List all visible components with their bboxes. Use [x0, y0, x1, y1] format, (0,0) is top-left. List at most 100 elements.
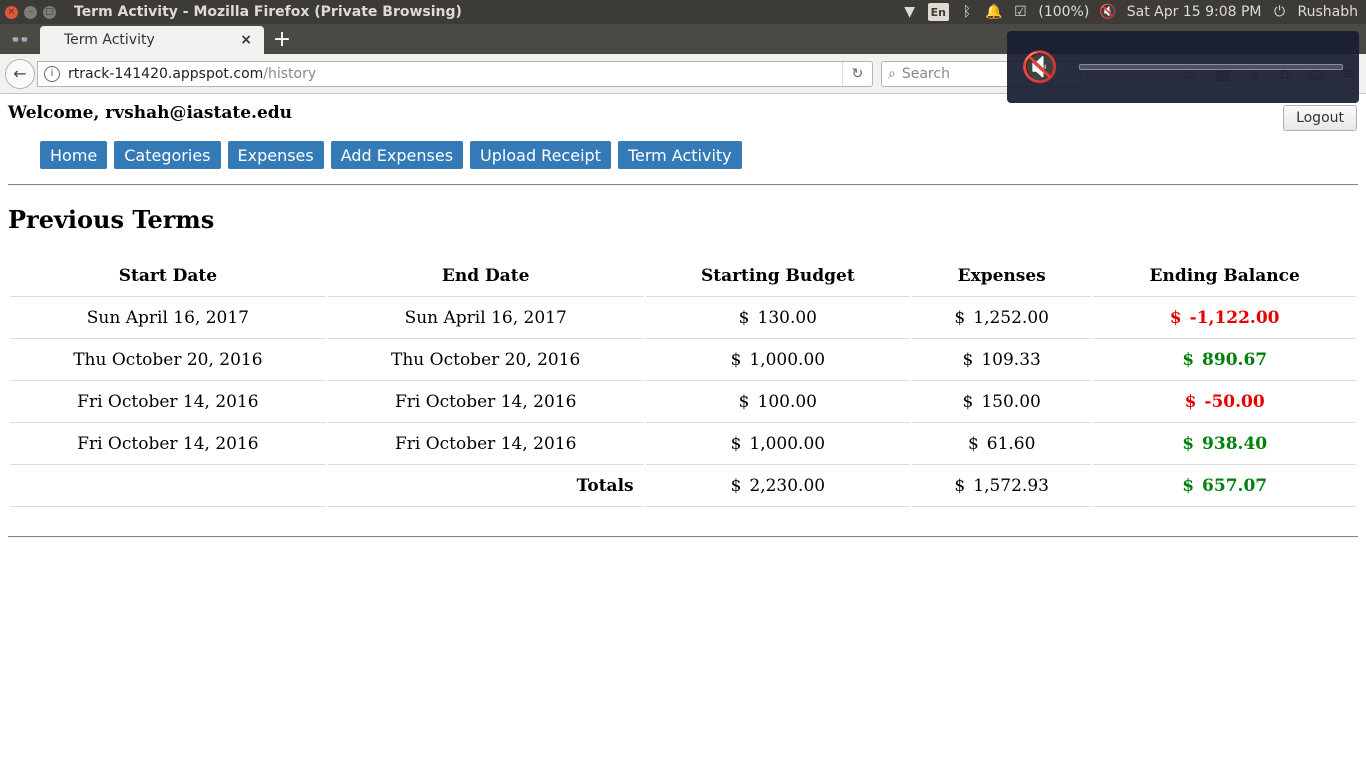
url-path: /history	[263, 65, 317, 82]
expenses-cell: $109.33	[912, 339, 1092, 381]
notification-bell-icon[interactable]: 🔔	[985, 3, 1002, 21]
nav-add-expenses-button[interactable]: Add Expenses	[330, 141, 464, 169]
window-title: Term Activity - Mozilla Firefox (Private…	[74, 4, 462, 20]
budget-cell: $1,000.00	[645, 423, 911, 465]
url-host: rtrack-141420.appspot.com	[68, 65, 264, 82]
end-date-cell: Thu October 20, 2016	[327, 339, 644, 381]
power-icon[interactable]: ⏻	[1272, 3, 1288, 21]
header-end-date: End Date	[327, 255, 644, 297]
volume-muted-icon[interactable]: 🔇	[1099, 3, 1116, 21]
clock[interactable]: Sat Apr 15 9:08 PM	[1127, 4, 1262, 20]
expenses-cell: $61.60	[912, 423, 1092, 465]
currency-symbol: $	[967, 433, 979, 454]
nav-upload-receipt-button[interactable]: Upload Receipt	[470, 141, 611, 169]
table-row: Thu October 20, 2016 Thu October 20, 201…	[10, 339, 1356, 381]
budget-value: 100.00	[757, 391, 817, 412]
balance-cell-positive: $890.67	[1093, 339, 1356, 381]
balance-value: -50.00	[1204, 391, 1265, 412]
currency-symbol: $	[1169, 307, 1182, 328]
nav-expenses-button[interactable]: Expenses	[227, 141, 324, 169]
expenses-value: 61.60	[986, 433, 1036, 454]
battery-indicator[interactable]: (100%)	[1038, 4, 1089, 20]
search-placeholder: Search	[901, 65, 950, 82]
user-menu[interactable]: Rushabh	[1298, 4, 1358, 20]
balance-cell-negative: $ -50.00	[1093, 381, 1356, 423]
budget-value: 130.00	[757, 307, 817, 328]
budget-value: 1,000.00	[749, 433, 826, 454]
end-date-cell: Fri October 14, 2016	[327, 381, 644, 423]
divider	[8, 184, 1358, 186]
currency-symbol: $	[730, 349, 742, 370]
nav-term-activity-button[interactable]: Term Activity	[617, 141, 742, 169]
total-balance-cell: $657.07	[1093, 465, 1356, 507]
page-title: Previous Terms	[8, 205, 215, 234]
currency-symbol: $	[962, 349, 974, 370]
tab-label: Term Activity	[64, 32, 155, 48]
total-balance-value: 657.07	[1202, 475, 1268, 496]
expenses-value: 1,252.00	[973, 307, 1049, 328]
currency-symbol: $	[1182, 433, 1195, 454]
balance-value: 890.67	[1202, 349, 1268, 370]
reload-icon[interactable]: ↻	[842, 61, 872, 86]
volume-level-bar	[1079, 64, 1343, 70]
keyboard-language-indicator[interactable]: En	[927, 3, 949, 21]
site-info-icon[interactable]: i	[44, 65, 60, 82]
budget-cell: $1,000.00	[645, 339, 911, 381]
welcome-message: Welcome, rvshah@iastate.edu	[8, 103, 293, 123]
currency-symbol: $	[730, 433, 742, 454]
bluetooth-icon[interactable]: ᛒ	[959, 3, 975, 21]
expenses-cell: $1,252.00	[912, 297, 1092, 339]
search-icon: ⌕	[888, 65, 896, 82]
table-row: Sun April 16, 2017 Sun April 16, 2017 $1…	[10, 297, 1356, 339]
back-button[interactable]: ←	[5, 58, 35, 89]
system-indicators: ▼ En ᛒ 🔔 ☑ (100%) 🔇 Sat Apr 15 9:08 PM ⏻…	[902, 0, 1358, 24]
balance-cell-positive: $938.40	[1093, 423, 1356, 465]
budget-cell: $100.00	[645, 381, 911, 423]
wifi-icon[interactable]: ▼	[902, 3, 918, 21]
volume-osd: 🔇	[1007, 31, 1359, 103]
end-date-cell: Fri October 14, 2016	[327, 423, 644, 465]
total-budget-cell: $2,230.00	[645, 465, 911, 507]
tab-close-icon[interactable]: ×	[240, 32, 252, 48]
currency-symbol: $	[962, 391, 974, 412]
main-nav: Home Categories Expenses Add Expenses Up…	[40, 141, 742, 169]
currency-symbol: $	[738, 391, 750, 412]
new-tab-button[interactable]: +	[264, 24, 300, 54]
budget-value: 1,000.00	[749, 349, 826, 370]
url-bar[interactable]: i rtrack-141420.appspot.com/history ↻	[37, 60, 873, 87]
tab-term-activity[interactable]: Term Activity ×	[40, 26, 264, 54]
expenses-value: 150.00	[981, 391, 1041, 412]
expenses-cell: $150.00	[912, 381, 1092, 423]
nav-categories-button[interactable]: Categories	[114, 141, 221, 169]
window-title-bar: × – □ Term Activity - Mozilla Firefox (P…	[0, 0, 1366, 24]
header-start-date: Start Date	[10, 255, 326, 297]
clipboard-icon[interactable]: ☑	[1012, 3, 1028, 21]
divider	[8, 536, 1358, 538]
speaker-muted-icon: 🔇	[1021, 49, 1059, 85]
header-expenses: Expenses	[912, 255, 1092, 297]
page-content: Welcome, rvshah@iastate.edu Logout Home …	[0, 95, 1366, 768]
total-expenses-cell: $1,572.93	[912, 465, 1092, 507]
end-date-cell: Sun April 16, 2017	[327, 297, 644, 339]
currency-symbol: $	[738, 307, 750, 328]
window-minimize-button[interactable]: –	[24, 5, 37, 19]
logout-button[interactable]: Logout	[1283, 105, 1357, 131]
private-browsing-icon: 👓	[10, 29, 30, 49]
start-date-cell: Fri October 14, 2016	[10, 381, 326, 423]
balance-value: 938.40	[1202, 433, 1268, 454]
nav-home-button[interactable]: Home	[40, 141, 108, 169]
currency-symbol: $	[1182, 475, 1195, 496]
header-starting-budget: Starting Budget	[645, 255, 911, 297]
currency-symbol: $	[954, 475, 966, 496]
currency-symbol: $	[1182, 349, 1195, 370]
expenses-value: 109.33	[981, 349, 1041, 370]
currency-symbol: $	[1184, 391, 1197, 412]
total-budget-value: 2,230.00	[749, 475, 826, 496]
table-row: Fri October 14, 2016 Fri October 14, 201…	[10, 423, 1356, 465]
window-close-button[interactable]: ×	[5, 5, 18, 19]
term-history-table: Start Date End Date Starting Budget Expe…	[8, 255, 1358, 507]
empty-cell	[10, 465, 326, 507]
window-maximize-button[interactable]: □	[43, 5, 56, 19]
table-row: Fri October 14, 2016 Fri October 14, 201…	[10, 381, 1356, 423]
header-ending-balance: Ending Balance	[1093, 255, 1356, 297]
